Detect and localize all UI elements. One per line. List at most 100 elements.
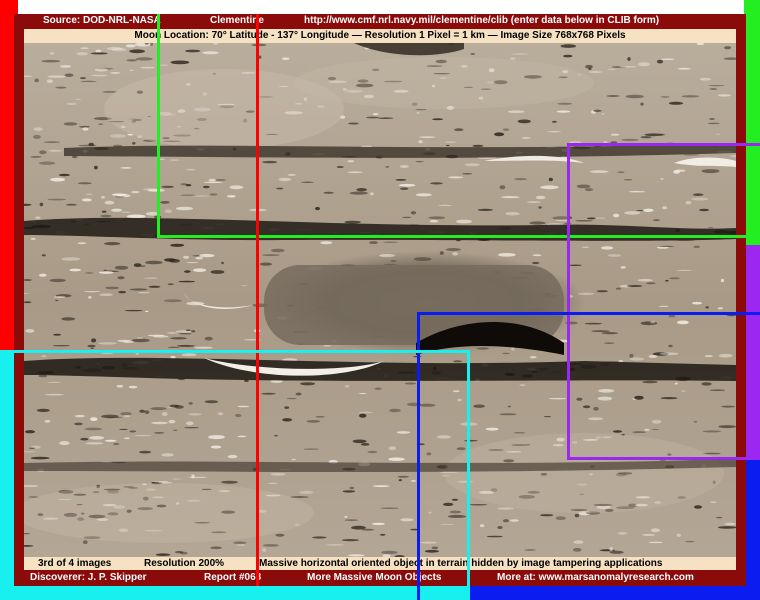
terrain-speck — [167, 283, 174, 286]
terrain-speck — [199, 253, 215, 258]
terrain-speck — [145, 260, 163, 265]
terrain-speck — [110, 134, 126, 138]
terrain-speck — [66, 102, 77, 105]
terrain-speck — [176, 344, 195, 347]
terrain-speck — [98, 271, 114, 274]
terrain-speck — [77, 182, 92, 185]
terrain-speck — [85, 193, 93, 195]
terrain-speck — [193, 268, 207, 272]
terrain-speck — [186, 262, 199, 264]
terrain-speck — [47, 198, 66, 201]
terrain-speck — [104, 200, 115, 205]
terrain-speck — [133, 263, 142, 267]
terrain-speck — [50, 177, 66, 182]
terrain-speck — [191, 330, 196, 333]
terrain-speck — [163, 299, 182, 303]
terrain-speck — [179, 333, 192, 335]
terrain-speck — [39, 273, 47, 277]
terrain-speck — [132, 142, 136, 145]
terrain-speck — [117, 339, 131, 342]
terrain-speck — [320, 241, 333, 245]
source-label: Source: DOD-NRL-NASA — [43, 15, 161, 26]
terrain-speck — [121, 211, 131, 213]
terrain-speck — [240, 285, 248, 287]
terrain-speck — [65, 203, 78, 206]
terrain-speck — [100, 214, 112, 218]
terrain-speck — [39, 202, 44, 207]
terrain-speck — [125, 44, 136, 48]
terrain-speck — [94, 68, 108, 72]
terrain-speck — [271, 248, 285, 253]
terrain-speck — [262, 254, 280, 256]
terrain-speck — [98, 342, 117, 345]
terrain-speck — [137, 291, 151, 294]
terrain-speck — [185, 329, 191, 331]
terrain-speck — [55, 86, 67, 89]
terrain-speck — [75, 98, 82, 100]
terrain-speck — [63, 122, 78, 126]
terrain-speck — [33, 127, 43, 131]
terrain-speck — [25, 329, 35, 333]
terrain-speck — [53, 333, 62, 336]
terrain-speck — [183, 255, 190, 259]
terrain-speck — [53, 296, 66, 298]
terrain-speck — [322, 345, 332, 347]
terrain-speck — [91, 338, 97, 343]
terrain-speck — [131, 338, 150, 343]
terrain-speck — [204, 336, 213, 341]
terrain-speck — [115, 196, 125, 198]
terrain-speck — [210, 270, 225, 274]
terrain-speck — [83, 291, 101, 293]
terrain-speck — [72, 155, 78, 159]
terrain-speck — [38, 161, 56, 165]
terrain-speck — [104, 242, 121, 246]
terrain-speck — [33, 134, 41, 139]
terrain-speck — [101, 195, 105, 199]
terrain-speck — [98, 123, 104, 125]
terrain-speck — [178, 280, 195, 283]
terrain-speck — [94, 165, 98, 170]
terrain-speck — [48, 149, 63, 152]
terrain-speck — [111, 208, 123, 212]
terrain-speck — [124, 309, 143, 312]
terrain-speck — [47, 75, 66, 78]
terrain-speck — [221, 261, 225, 265]
terrain-speck — [64, 73, 74, 77]
terrain-speck — [49, 278, 66, 283]
terrain-speck — [41, 254, 46, 257]
terrain-speck — [80, 47, 89, 50]
terrain-speck — [131, 190, 140, 194]
terrain-speck — [135, 57, 153, 61]
cyan-overlay-rectangle — [0, 350, 470, 600]
terrain-speck — [46, 79, 54, 83]
terrain-speck — [76, 52, 88, 56]
terrain-speck — [58, 173, 70, 177]
terrain-speck — [90, 347, 95, 349]
terrain-speck — [82, 127, 89, 131]
terrain-speck — [126, 59, 138, 62]
terrain-speck — [117, 276, 125, 280]
terrain-speck — [103, 269, 107, 271]
terrain-speck — [143, 277, 159, 279]
terrain-speck — [80, 80, 97, 82]
terrain-speck — [50, 52, 55, 55]
terrain-speck — [105, 286, 120, 290]
terrain-speck — [41, 59, 61, 63]
terrain-speck — [114, 265, 129, 270]
terrain-speck — [78, 144, 97, 147]
terrain-speck — [175, 330, 194, 333]
terrain-speck — [35, 216, 41, 219]
terrain-speck — [84, 272, 94, 274]
terrain-speck — [170, 243, 185, 247]
terrain-speck — [164, 258, 176, 262]
terrain-speck — [148, 285, 161, 288]
terrain-speck — [52, 345, 70, 347]
page: Source: DOD-NRL-NASA Clementine http://w… — [0, 0, 760, 600]
terrain-speck — [532, 254, 542, 257]
terrain-speck — [30, 238, 36, 240]
terrain-speck — [167, 346, 180, 348]
terrain-speck — [34, 78, 39, 83]
terrain-speck — [61, 257, 81, 261]
terrain-speck — [129, 49, 145, 54]
terrain-speck — [194, 346, 214, 349]
